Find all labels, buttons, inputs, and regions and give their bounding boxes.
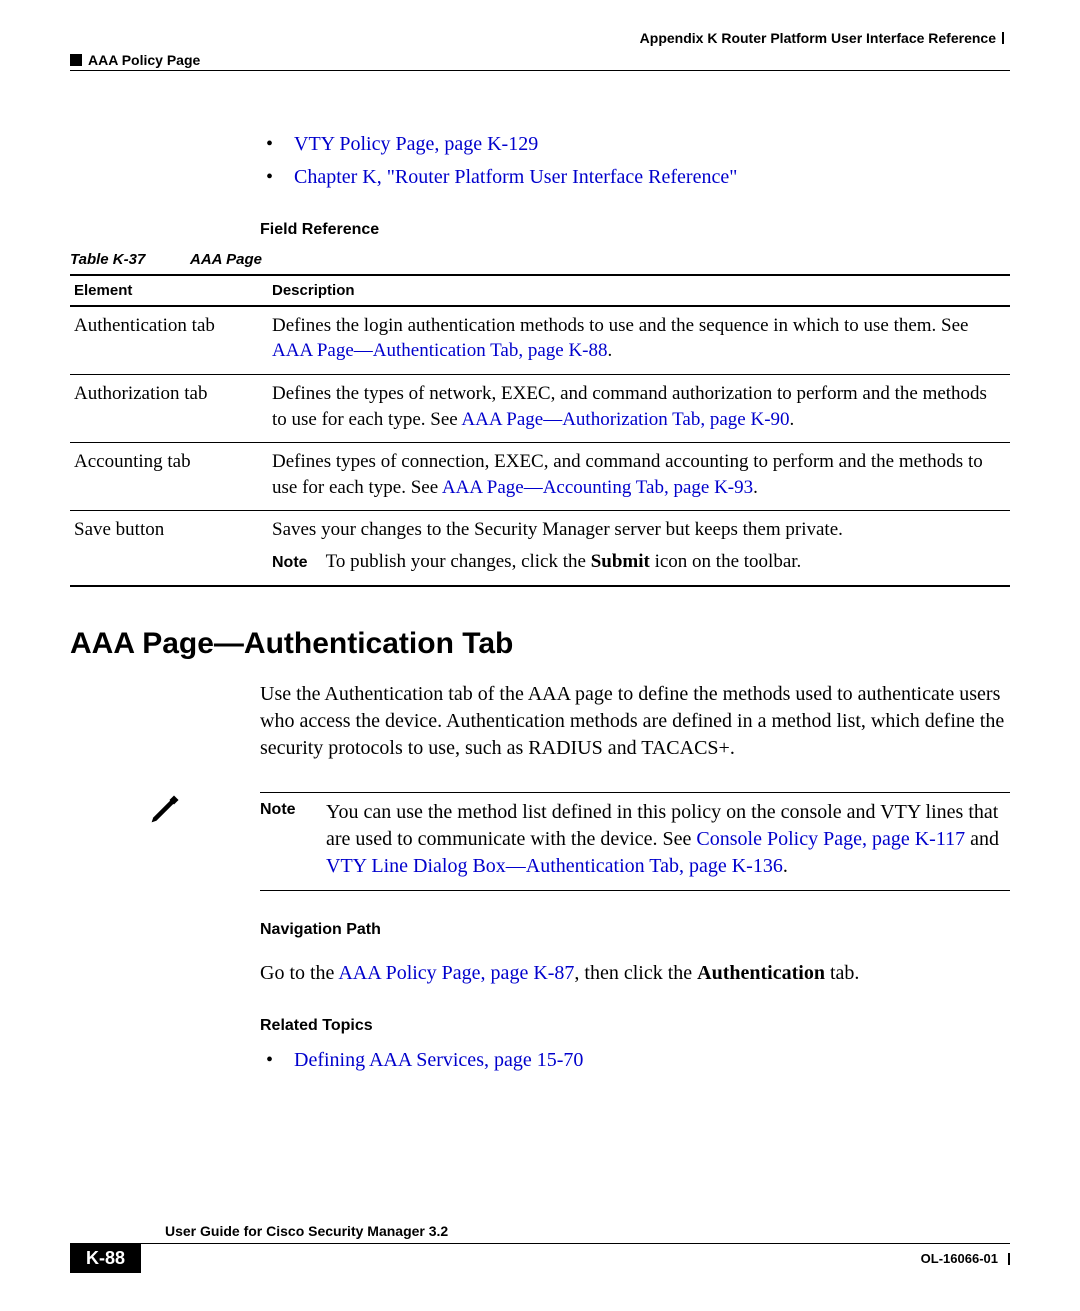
link-defining-aaa[interactable]: Defining AAA Services, page 15-70 (294, 1049, 583, 1071)
footer-divider-icon (1008, 1253, 1010, 1265)
aaa-page-table: Element Description Authentication tab D… (70, 274, 1010, 587)
list-item: VTY Policy Page, page K-129 (260, 131, 1010, 158)
page-number-box: K-88 (70, 1244, 141, 1273)
link-acct-tab[interactable]: AAA Page—Accounting Tab, page K-93 (442, 477, 753, 498)
running-header-left: AAA Policy Page (70, 52, 1010, 68)
save-desc-line: Saves your changes to the Security Manag… (272, 517, 1006, 543)
note-text: You can use the method list defined in t… (326, 799, 1010, 880)
note-label: Note (272, 554, 308, 571)
link-vty-policy[interactable]: VTY Policy Page, page K-129 (294, 133, 538, 155)
link-auth-tab[interactable]: AAA Page—Authentication Tab, page K-88 (272, 340, 608, 361)
note-block: Note You can use the method list defined… (260, 792, 1010, 891)
section-heading: AAA Page—Authentication Tab (70, 627, 1010, 661)
header-divider-icon (1002, 32, 1004, 44)
link-authz-tab[interactable]: AAA Page—Authorization Tab, page K-90 (461, 409, 789, 430)
footer-guide-title: User Guide for Cisco Security Manager 3.… (165, 1223, 1010, 1239)
list-item: Defining AAA Services, page 15-70 (260, 1047, 1010, 1074)
table-row: Authentication tab Defines the login aut… (70, 306, 1010, 375)
pencil-icon (150, 792, 182, 824)
cell-element: Accounting tab (70, 443, 268, 511)
cell-description: Defines types of connection, EXEC, and c… (268, 443, 1010, 511)
related-topics-heading: Related Topics (260, 1015, 1010, 1037)
cross-reference-list: VTY Policy Page, page K-129 Chapter K, "… (260, 131, 1010, 191)
table-row: Save button Saves your changes to the Se… (70, 511, 1010, 586)
inline-note: NoteTo publish your changes, click the S… (272, 549, 1006, 575)
table-caption: Table K-37AAA Page (70, 251, 1010, 268)
cell-element: Save button (70, 511, 268, 586)
navigation-path-heading: Navigation Path (260, 919, 1010, 941)
cell-element: Authorization tab (70, 374, 268, 442)
note-label: Note (260, 799, 326, 880)
section-label: AAA Policy Page (88, 52, 200, 68)
intro-paragraph: Use the Authentication tab of the AAA pa… (260, 681, 1010, 762)
navigation-path-text: Go to the AAA Policy Page, page K-87, th… (260, 960, 1010, 987)
col-header-element: Element (70, 275, 268, 306)
table-row: Authorization tab Defines the types of n… (70, 374, 1010, 442)
section-marker-icon (70, 54, 82, 66)
table-row: Accounting tab Defines types of connecti… (70, 443, 1010, 511)
cell-description: Defines the login authentication methods… (268, 306, 1010, 375)
page-footer: User Guide for Cisco Security Manager 3.… (70, 1223, 1010, 1273)
col-header-description: Description (268, 275, 1010, 306)
cell-element: Authentication tab (70, 306, 268, 375)
field-reference-heading: Field Reference (260, 219, 1010, 241)
link-vty-dialog[interactable]: VTY Line Dialog Box—Authentication Tab, … (326, 855, 783, 877)
link-console-policy[interactable]: Console Policy Page, page K-117 (696, 828, 965, 850)
link-aaa-policy-page[interactable]: AAA Policy Page, page K-87 (338, 962, 574, 984)
list-item: Chapter K, "Router Platform User Interfa… (260, 164, 1010, 191)
running-header-right: Appendix K Router Platform User Interfac… (70, 30, 1010, 46)
link-chapter-k[interactable]: Chapter K, "Router Platform User Interfa… (294, 166, 737, 188)
document-number: OL-16066-01 (921, 1251, 1002, 1266)
header-rule (70, 70, 1010, 71)
cell-description: Saves your changes to the Security Manag… (268, 511, 1010, 586)
cell-description: Defines the types of network, EXEC, and … (268, 374, 1010, 442)
